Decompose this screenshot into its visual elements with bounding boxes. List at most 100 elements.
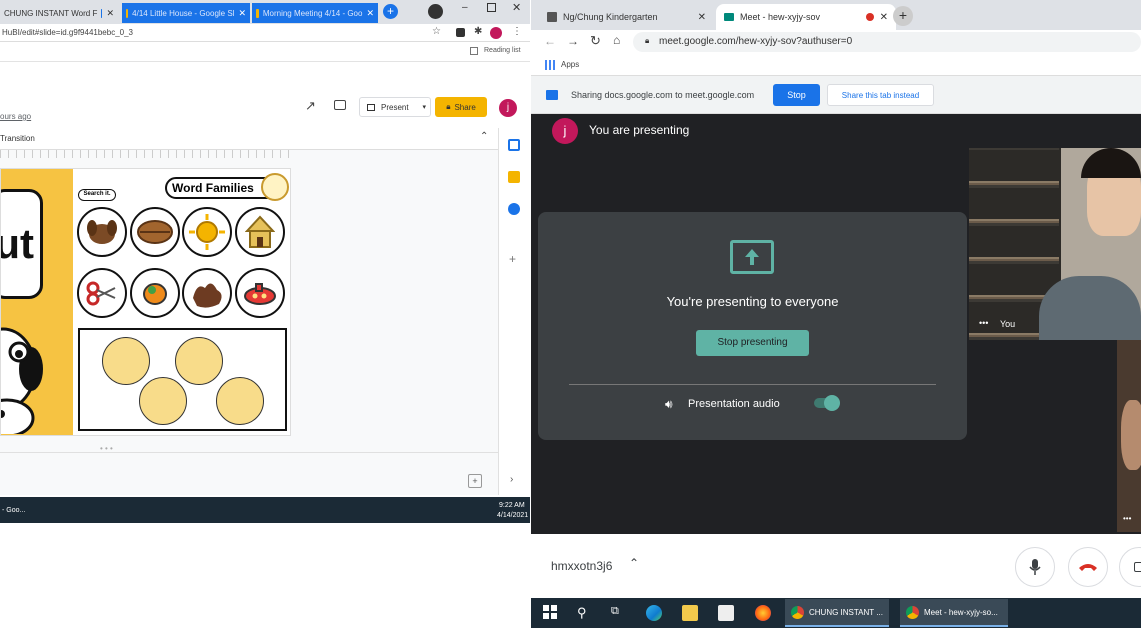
chrome-icon: [791, 605, 804, 619]
present-button[interactable]: Present ▾: [359, 97, 431, 117]
meet-favicon-icon: [724, 13, 734, 21]
reading-list-label[interactable]: Reading list: [484, 47, 521, 54]
windows-start-icon[interactable]: [543, 605, 559, 621]
firefox-icon[interactable]: [755, 605, 771, 621]
close-tab-icon[interactable]: ✕: [106, 8, 114, 19]
tab-meet[interactable]: Meet - hew-xyjy-sov ✕: [716, 4, 896, 30]
right-address-bar[interactable]: ← → ↻ ⌂ 🔒︎ meet.google.com/hew-xyjy-sov?…: [531, 30, 1141, 54]
reload-icon[interactable]: ↻: [590, 33, 601, 49]
chevron-right-icon[interactable]: ›: [510, 474, 513, 485]
star-icon[interactable]: ☆: [432, 26, 441, 37]
microphone-button[interactable]: [1015, 547, 1055, 587]
minimize-icon[interactable]: –: [462, 2, 468, 13]
owl-badge-icon: [261, 173, 289, 201]
puppy-circle: [77, 207, 127, 257]
left-bookmark-bar: Reading list: [0, 42, 530, 62]
slides-toolbar: ours ago ↗ Present ▾ 🔒︎ Share j: [0, 92, 530, 126]
tab-label: Ng/Chung Kindergarten: [563, 12, 658, 22]
more-options-icon[interactable]: •••: [1123, 514, 1131, 523]
meeting-code[interactable]: hmxxotn3j6: [551, 559, 612, 573]
answer-circle[interactable]: [139, 377, 187, 425]
store-icon[interactable]: [718, 605, 734, 621]
slide-thumbnail[interactable]: ut Search it. Word Families: [0, 168, 291, 436]
last-edit-link[interactable]: ours ago: [0, 112, 31, 121]
hangup-icon: [1079, 564, 1097, 571]
explore-icon[interactable]: +: [468, 474, 482, 488]
chevron-up-icon[interactable]: ⌃: [480, 131, 488, 142]
close-tab-icon[interactable]: ✕: [366, 8, 374, 19]
close-tab-icon[interactable]: ✕: [698, 12, 706, 23]
taskbar-chrome-meet[interactable]: Meet - hew-xyjy-so...: [900, 599, 1008, 627]
close-window-icon[interactable]: ✕: [512, 1, 521, 14]
right-bookmark-bar: Apps: [531, 54, 1141, 76]
self-tile-label: You: [1000, 319, 1016, 329]
clock-time: 9:22 AM: [499, 502, 525, 509]
maximize-icon[interactable]: [487, 3, 496, 12]
close-tab-icon[interactable]: ✕: [880, 12, 888, 23]
slides-favicon-icon: [101, 8, 103, 18]
left-address-bar[interactable]: HuBI/edit#slide=id.g9f9441bebc_0_3 ☆ ✱ ⋮: [0, 24, 530, 42]
answer-circle[interactable]: [216, 377, 264, 425]
share-this-tab-button[interactable]: Share this tab instead: [827, 84, 934, 106]
left-tab-chung[interactable]: CHUNG INSTANT Word F ✕: [0, 3, 118, 23]
sub-circle: [235, 268, 285, 318]
bug-circle: [130, 268, 180, 318]
answer-circle[interactable]: [175, 337, 223, 385]
presenting-to-everyone-text: You're presenting to everyone: [666, 294, 839, 309]
slides-favicon-icon: [126, 8, 129, 18]
forward-arrow-icon[interactable]: →: [567, 34, 579, 48]
more-options-icon[interactable]: •••: [979, 318, 988, 328]
edge-browser-icon[interactable]: [646, 605, 662, 621]
stop-presenting-button[interactable]: Stop presenting: [696, 330, 809, 356]
avatar[interactable]: j: [499, 99, 517, 117]
tab-label: Meet - hew-xyjy-sov: [740, 12, 821, 22]
more-controls-button[interactable]: [1119, 547, 1141, 587]
profile-icon[interactable]: [428, 4, 443, 19]
taskbar-app-label[interactable]: - Goo...: [2, 507, 25, 514]
new-tab-plus-icon[interactable]: +: [893, 6, 913, 26]
hut-circle: [235, 207, 285, 257]
participant-video-tile[interactable]: •••: [1117, 340, 1141, 532]
extension-icon[interactable]: [456, 28, 465, 37]
menu-dots-icon[interactable]: ⋮: [512, 26, 522, 37]
hangup-button[interactable]: [1068, 547, 1108, 587]
share-label: Share: [454, 102, 476, 112]
activity-trend-icon[interactable]: ↗: [305, 98, 316, 114]
nut-circle: [130, 207, 180, 257]
comment-icon[interactable]: [334, 100, 346, 110]
taskbar-chrome-chung[interactable]: CHUNG INSTANT ...: [785, 599, 889, 627]
new-tab-plus-icon[interactable]: +: [383, 4, 398, 19]
left-tab-morning-meeting[interactable]: Morning Meeting 4/14 - Goo ✕: [252, 3, 378, 23]
file-explorer-icon[interactable]: [682, 605, 698, 621]
windows-taskbar: ⚲ ⧉ CHUNG INSTANT ... Meet - hew-xyjy-so…: [531, 598, 1141, 628]
stop-sharing-button[interactable]: Stop: [773, 84, 820, 106]
puzzle-icon[interactable]: ✱: [474, 26, 482, 37]
tab-kindergarten[interactable]: Ng/Chung Kindergarten ✕: [539, 4, 714, 30]
chevron-down-icon[interactable]: ▾: [422, 103, 430, 111]
omnibox[interactable]: 🔒︎ meet.google.com/hew-xyjy-sov?authuser…: [633, 32, 1141, 52]
profile-avatar-icon[interactable]: [490, 27, 502, 39]
self-video-tile[interactable]: ••• You: [969, 148, 1141, 340]
calendar-icon[interactable]: [508, 139, 520, 151]
transition-button[interactable]: Transition: [0, 134, 35, 143]
presentation-audio-toggle[interactable]: [814, 395, 840, 411]
clock-date: 4/14/2021: [497, 512, 529, 519]
task-view-icon[interactable]: ⧉: [611, 605, 627, 621]
back-arrow-icon[interactable]: ←: [544, 34, 556, 48]
tasks-icon[interactable]: [508, 203, 520, 215]
keep-icon[interactable]: [508, 171, 520, 183]
left-tab-little-house[interactable]: 4/14 Little House - Google Sl ✕: [122, 3, 250, 23]
share-button[interactable]: 🔒︎ Share: [435, 97, 487, 117]
search-icon[interactable]: ⚲: [577, 605, 593, 621]
slides-subtoolbar: Transition ⌃: [0, 128, 500, 150]
sharing-text: Sharing docs.google.com to meet.google.c…: [571, 90, 755, 100]
answer-circle[interactable]: [102, 337, 150, 385]
apps-grid-icon[interactable]: [545, 60, 555, 70]
add-addon-plus-icon[interactable]: +: [509, 252, 516, 266]
presenting-title: You are presenting: [589, 123, 690, 137]
chevron-up-icon[interactable]: ⌃: [629, 556, 639, 570]
close-tab-icon[interactable]: ✕: [238, 8, 246, 19]
apps-link[interactable]: Apps: [561, 60, 579, 69]
participant-face: [1121, 400, 1141, 470]
home-icon[interactable]: ⌂: [613, 33, 620, 47]
